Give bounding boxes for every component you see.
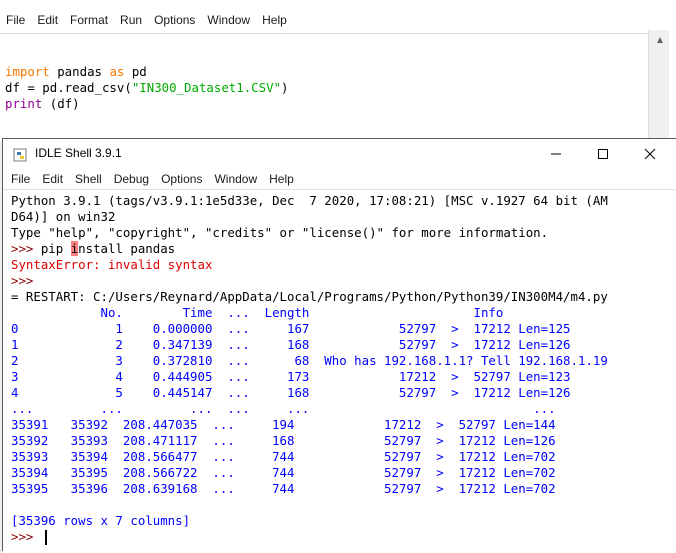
editor-menu-options[interactable]: Options <box>148 13 201 27</box>
editor-menubar: File Edit Format Run Options Window Help <box>0 9 650 31</box>
code-line-import: import pandas as pd <box>5 64 147 79</box>
editor-menu-file[interactable]: File <box>0 13 31 27</box>
maximize-button[interactable] <box>580 139 626 169</box>
shell-window: IDLE Shell 3.9.1 File Edit Shell Debug O… <box>2 138 676 553</box>
table-row: 35394 35395 208.566722 ... 744 52797 > 1… <box>11 465 556 480</box>
editor-scrollbar[interactable] <box>648 30 669 140</box>
shell-menu-shell[interactable]: Shell <box>69 172 108 186</box>
table-row: 2 3 0.372810 ... 68 Who has 192.168.1.1?… <box>11 353 608 368</box>
close-icon <box>644 148 656 160</box>
table-row: 35395 35396 208.639168 ... 744 52797 > 1… <box>11 481 556 496</box>
editor-menu-format[interactable]: Format <box>64 13 114 27</box>
minimize-icon <box>551 153 561 155</box>
shell-menu-file[interactable]: File <box>3 172 36 186</box>
shell-menu-options[interactable]: Options <box>155 172 208 186</box>
table-row: 3 4 0.444905 ... 173 17212 > 52797 Len=1… <box>11 369 571 384</box>
table-row: 0 1 0.000000 ... 167 52797 > 17212 Len=1… <box>11 321 571 336</box>
shell-output-area[interactable]: Python 3.9.1 (tags/v3.9.1:1e5d33e, Dec 7… <box>3 189 675 553</box>
shell-prompt: >>> <box>11 273 34 288</box>
editor-menu-window[interactable]: Window <box>201 13 256 27</box>
text-cursor <box>44 530 47 545</box>
command-line: >>> pip install pandas <box>11 241 176 256</box>
shell-menu-debug[interactable]: Debug <box>108 172 155 186</box>
banner-line-2: D64)] on win32 <box>11 209 116 224</box>
table-ellipsis-row: ... ... ... ... ... ... <box>11 401 556 416</box>
shell-menu-edit[interactable]: Edit <box>36 172 69 186</box>
minimize-button[interactable] <box>533 139 579 169</box>
input-prompt-line[interactable]: >>> <box>11 529 47 545</box>
editor-menu-edit[interactable]: Edit <box>31 13 64 27</box>
table-row: 35391 35392 208.447035 ... 194 17212 > 5… <box>11 417 556 432</box>
banner-line-3: Type "help", "copyright", "credits" or "… <box>11 225 549 240</box>
table-header-row: No. Time ... Length Info <box>11 305 504 320</box>
python-logo-icon <box>13 148 27 162</box>
banner-line-1: Python 3.9.1 (tags/v3.9.1:1e5d33e, Dec 7… <box>11 193 608 208</box>
table-row: 4 5 0.445147 ... 168 52797 > 17212 Len=1… <box>11 385 571 400</box>
shell-menu-help[interactable]: Help <box>263 172 300 186</box>
close-button[interactable] <box>627 139 673 169</box>
code-line-print: print (df) <box>5 96 80 111</box>
table-row: 35393 35394 208.566477 ... 744 52797 > 1… <box>11 449 556 464</box>
shell-window-title: IDLE Shell 3.9.1 <box>35 146 122 160</box>
table-row: 1 2 0.347139 ... 168 52797 > 17212 Len=1… <box>11 337 571 352</box>
scroll-up-arrow-icon[interactable]: ▲ <box>655 35 665 46</box>
editor-menu-run[interactable]: Run <box>114 13 148 27</box>
editor-titlebar <box>0 0 676 8</box>
syntax-error-message: SyntaxError: invalid syntax <box>11 257 213 272</box>
code-line-read-csv: df = pd.read_csv("IN300_Dataset1.CSV") <box>5 80 289 95</box>
table-row: 35392 35393 208.471117 ... 168 52797 > 1… <box>11 433 556 448</box>
editor-window: File Edit Format Run Options Window Help… <box>0 0 676 141</box>
table-summary: [35396 rows x 7 columns] <box>11 513 191 528</box>
shell-titlebar[interactable]: IDLE Shell 3.9.1 <box>3 139 675 169</box>
restart-line: = RESTART: C:/Users/Reynard/AppData/Loca… <box>11 289 608 304</box>
editor-text-area[interactable]: import pandas as pd df = pd.read_csv("IN… <box>0 33 648 141</box>
maximize-icon <box>598 149 608 159</box>
shell-menubar: File Edit Shell Debug Options Window Hel… <box>3 169 675 189</box>
shell-menu-window[interactable]: Window <box>208 172 263 186</box>
editor-menu-help[interactable]: Help <box>256 13 293 27</box>
